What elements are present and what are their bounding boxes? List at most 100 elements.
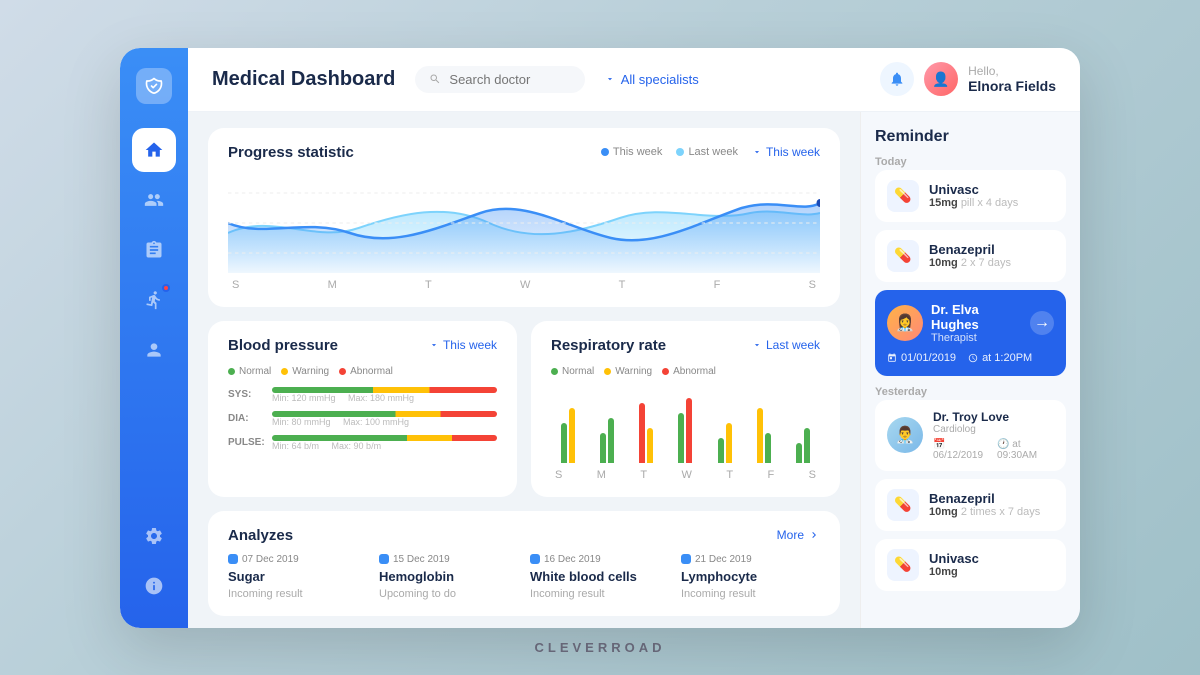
this-week-dot: [601, 148, 609, 156]
resp-chart: [551, 387, 820, 467]
person-icon: [144, 340, 164, 360]
resp-legend-normal: Normal: [551, 366, 594, 377]
bp-pulse-bar: [272, 435, 497, 441]
resp-day-M: [590, 393, 624, 463]
doctor-avatar: 👩‍⚕️: [887, 305, 923, 341]
med-benazepril-today: 💊 Benazepril 10mg 2 x 7 days: [875, 230, 1066, 282]
progress-statistic-card: Progress statistic This week Last week: [208, 128, 840, 307]
home-icon: [144, 140, 164, 160]
med-univasc-yest: 💊 Univasc 10mg: [875, 539, 1066, 591]
brand-text: CLEVERROAD: [534, 640, 665, 655]
reminder-yesterday: Yesterday 👨‍⚕️ Dr. Troy Love Cardiolog 📅…: [875, 386, 1066, 591]
resp-bar: [561, 423, 567, 463]
user-info: Hello, Elnora Fields: [968, 64, 1056, 94]
sidebar-item-activity[interactable]: [132, 278, 176, 322]
resp-bar: [796, 443, 802, 463]
reminder-title: Reminder: [875, 128, 1066, 146]
search-input[interactable]: [449, 72, 570, 87]
sidebar-item-people[interactable]: [132, 178, 176, 222]
bp-legend-warning: Warning: [281, 366, 329, 377]
resp-day-S: [551, 393, 585, 463]
med-icon: 💊: [887, 180, 919, 212]
resp-day-F: [747, 393, 781, 463]
notification-button[interactable]: [880, 62, 914, 96]
med-benazepril-yest: 💊 Benazepril 10mg 2 times x 7 days: [875, 479, 1066, 531]
bp-title: Blood pressure: [228, 337, 338, 354]
settings-icon: [144, 526, 164, 546]
doctor-troy-card: 👨‍⚕️ Dr. Troy Love Cardiolog 📅 06/12/201…: [875, 400, 1066, 471]
sidebar-item-person[interactable]: [132, 328, 176, 372]
clock-icon: [968, 353, 978, 363]
sidebar-nav: [132, 128, 176, 506]
info-icon: [144, 576, 164, 596]
resp-legend-warning: Warning: [604, 366, 652, 377]
blood-pressure-card: Blood pressure This week Normal: [208, 321, 517, 497]
dashboard-container: Medical Dashboard All specialists: [120, 48, 1080, 628]
sidebar-item-settings[interactable]: [132, 514, 176, 558]
progress-x-axis: S M T W T F S: [228, 273, 820, 291]
bp-period-selector[interactable]: This week: [429, 338, 497, 352]
resp-day-W: [668, 393, 702, 463]
bp-sys-bar: [272, 387, 497, 393]
search-bar[interactable]: [415, 66, 584, 93]
header: Medical Dashboard All specialists: [188, 48, 1080, 112]
sidebar-item-clipboard[interactable]: [132, 228, 176, 272]
people-icon: [144, 190, 164, 210]
appt-arrow-button[interactable]: →: [1030, 311, 1054, 335]
calendar-icon: [887, 353, 897, 363]
doctor-card-avatar: 👨‍⚕️: [887, 417, 923, 453]
bp-legend-normal: Normal: [228, 366, 271, 377]
resp-bar: [608, 418, 614, 463]
analyzes-title: Analyzes: [228, 527, 293, 544]
logo-icon: [144, 76, 164, 96]
clipboard-icon: [144, 240, 164, 260]
right-panel: Reminder Today 💊 Univasc 15mg pill x 4 d…: [860, 112, 1080, 628]
resp-day-T: [629, 393, 663, 463]
metrics-two-col: Blood pressure This week Normal: [208, 321, 840, 497]
analyze-date-dot: [530, 554, 540, 564]
analyze-date-dot: [379, 554, 389, 564]
analyze-item: 16 Dec 2019 White blood cells Incoming r…: [530, 554, 669, 600]
analyzes-header: Analyzes More: [228, 527, 820, 544]
med-icon: 💊: [887, 240, 919, 272]
med-univasc: 💊 Univasc 15mg pill x 4 days: [875, 170, 1066, 222]
bp-dia-row: DIA: Min: 80 mmHg Max: 100 mmHg: [228, 411, 497, 427]
respiratory-rate-card: Respiratory rate Last week Normal: [531, 321, 840, 497]
sidebar: [120, 48, 188, 628]
resp-bar: [757, 408, 763, 463]
sidebar-bottom: [132, 514, 176, 608]
resp-x-axis: SMTWTFS: [551, 467, 820, 481]
analyze-item: 07 Dec 2019 Sugar Incoming result: [228, 554, 367, 600]
content-area: Progress statistic This week Last week: [188, 112, 1080, 628]
resp-period-selector[interactable]: Last week: [752, 338, 820, 352]
bell-icon: [889, 71, 905, 87]
main-content: Medical Dashboard All specialists: [188, 48, 1080, 628]
bp-pulse-row: PULSE: Min: 64 b/m Max: 90 b/m: [228, 435, 497, 451]
analyzes-card: Analyzes More 07 Dec 2019 Sugar Incoming…: [208, 511, 840, 616]
resp-legend-abnormal: Abnormal: [662, 366, 716, 377]
analyzes-more[interactable]: More: [777, 528, 820, 542]
analyzes-grid: 07 Dec 2019 Sugar Incoming result 15 Dec…: [228, 554, 820, 600]
bp-dia-bar: [272, 411, 497, 417]
analyze-date-dot: [681, 554, 691, 564]
activity-icon: [144, 290, 164, 310]
search-icon: [429, 72, 441, 86]
sidebar-item-info[interactable]: [132, 564, 176, 608]
resp-legend: Normal Warning Abnormal: [551, 366, 820, 377]
med-icon: 💊: [887, 549, 919, 581]
resp-bar: [639, 403, 645, 463]
reminder-today: Today 💊 Univasc 15mg pill x 4 days 💊: [875, 156, 1066, 376]
resp-day-S: [786, 393, 820, 463]
resp-bar: [804, 428, 810, 463]
analyze-item: 15 Dec 2019 Hemoglobin Upcoming to do: [379, 554, 518, 600]
progress-chart-area: [228, 173, 820, 273]
appointment-card: 👩‍⚕️ Dr. Elva Hughes Therapist → 01/01/2…: [875, 290, 1066, 376]
resp-bar: [686, 398, 692, 463]
sidebar-logo[interactable]: [136, 68, 172, 104]
resp-bar: [726, 423, 732, 463]
specialist-filter[interactable]: All specialists: [605, 72, 699, 87]
progress-period-selector[interactable]: This week: [752, 145, 820, 159]
sidebar-item-home[interactable]: [132, 128, 176, 172]
page-title: Medical Dashboard: [212, 68, 395, 91]
analyze-item: 21 Dec 2019 Lymphocyte Incoming result: [681, 554, 820, 600]
